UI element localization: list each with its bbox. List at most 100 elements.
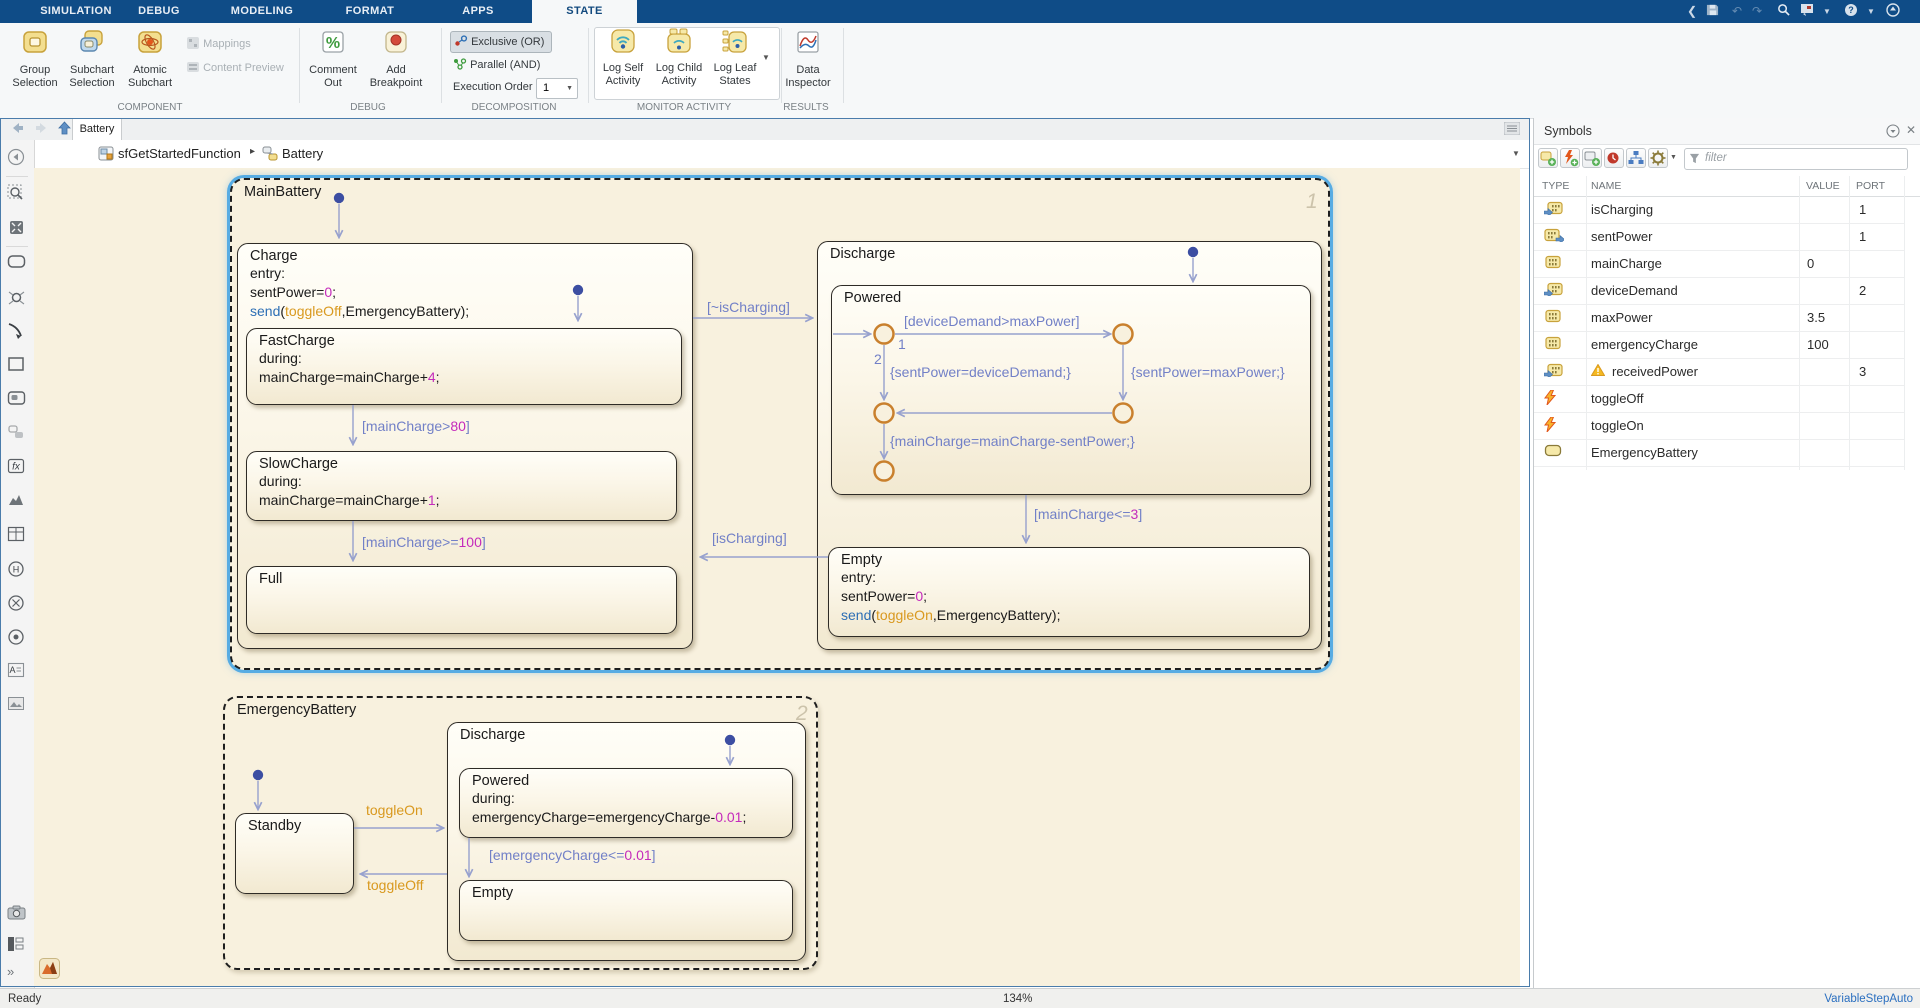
tab-debug[interactable]: DEBUG — [128, 0, 190, 23]
transition-tool-icon[interactable] — [7, 322, 27, 342]
solver-setting[interactable]: VariableStepAuto — [1824, 993, 1913, 1005]
chart-canvas[interactable]: MainBattery 1 Charge entry: sentPower=0;… — [34, 168, 1520, 986]
comment-out-button[interactable]: % Comment Out — [303, 28, 363, 90]
state-tool-icon[interactable] — [7, 254, 27, 274]
box-tool-icon[interactable] — [7, 356, 27, 376]
symbols-filter-input[interactable]: filter — [1684, 148, 1908, 170]
monitor-more-dropdown[interactable]: ▼ — [762, 53, 770, 62]
symbol-row[interactable]: toggleOn — [1534, 412, 1904, 440]
tab-simulation[interactable]: SIMULATION — [24, 0, 128, 23]
data-inspector-button[interactable]: Data Inspector — [778, 28, 838, 90]
label-toggleon[interactable]: toggleOn — [366, 802, 423, 818]
chart-badge-icon[interactable] — [39, 958, 60, 984]
parallel-and-button[interactable]: Parallel (AND) — [450, 55, 550, 75]
log-self-activity-button[interactable]: Log Self Activity — [596, 28, 650, 88]
log-child-activity-button[interactable]: Log Child Activity — [652, 28, 706, 88]
state-fastcharge[interactable]: FastCharge during: mainCharge=mainCharge… — [246, 328, 682, 405]
symbol-row[interactable]: sentPower 1 — [1534, 223, 1904, 251]
symbol-row[interactable]: mainCharge 0 — [1534, 250, 1904, 278]
tab-state[interactable]: STATE — [532, 0, 637, 23]
add-event-icon[interactable] — [1560, 148, 1580, 168]
group-selection-button[interactable]: Group Selection — [5, 28, 65, 90]
state-full[interactable]: Full — [246, 566, 677, 634]
state-slowcharge[interactable]: SlowCharge during: mainCharge=mainCharge… — [246, 451, 677, 521]
state-empty-emergency[interactable]: Empty — [459, 880, 793, 941]
search-icon[interactable] — [1774, 3, 1792, 20]
hierarchy-view-icon[interactable] — [1626, 148, 1646, 168]
state-standby[interactable]: Standby — [235, 813, 354, 894]
resolve-symbols-icon[interactable] — [1604, 148, 1624, 168]
atomic-subchart-button[interactable]: Atomic Subchart — [120, 28, 180, 90]
label-emergencycharge[interactable]: [emergencyCharge<=0.01] — [489, 847, 656, 863]
column-header-name[interactable]: NAME — [1591, 180, 1621, 192]
symbol-value[interactable]: 100 — [1807, 337, 1829, 353]
tab-apps[interactable]: APPS — [450, 0, 506, 23]
label-maincharge-3[interactable]: [mainCharge<=3] — [1034, 506, 1142, 522]
label-not-ischarging[interactable]: [~isCharging] — [707, 299, 790, 315]
tab-format[interactable]: FORMAT — [330, 0, 410, 23]
subchart-selection-button[interactable]: Subchart Selection — [62, 28, 122, 90]
expand-more-icon[interactable]: » — [7, 964, 27, 984]
exclusive-or-button[interactable]: Exclusive (OR) — [450, 31, 552, 53]
close-icon[interactable]: ✕ — [1906, 123, 1916, 137]
breadcrumb-chart[interactable]: Battery — [282, 146, 323, 161]
label-sentpower-devicedemand[interactable]: {sentPower=deviceDemand;} — [890, 364, 1071, 380]
label-maincharge-80[interactable]: [mainCharge>80] — [362, 418, 470, 434]
forward-icon[interactable] — [34, 121, 49, 140]
add-breakpoint-button[interactable]: Add Breakpoint — [366, 28, 426, 90]
column-header-type[interactable]: TYPE — [1542, 180, 1569, 192]
document-tab-battery[interactable]: Battery — [72, 118, 122, 140]
panel-menu-icon[interactable] — [1886, 124, 1900, 143]
cross-junction-icon[interactable] — [7, 594, 27, 614]
symbol-value[interactable]: 3.5 — [1807, 310, 1825, 326]
column-header-port[interactable]: PORT — [1856, 180, 1885, 192]
label-maincharge-sentpower[interactable]: {mainCharge=mainCharge-sentPower;} — [890, 433, 1135, 449]
symbol-row[interactable]: maxPower 3.5 — [1534, 304, 1904, 332]
label-devicedemand-maxpower[interactable]: [deviceDemand>maxPower] — [904, 313, 1079, 329]
tab-modeling[interactable]: MODELING — [216, 0, 308, 23]
breadcrumb-model[interactable]: sfGetStartedFunction — [118, 146, 241, 161]
save-icon[interactable] — [1703, 3, 1721, 20]
label-sentpower-maxpower[interactable]: {sentPower=maxPower;} — [1131, 364, 1285, 380]
screenshot-icon[interactable] — [1798, 3, 1816, 20]
undo-icon[interactable]: ↶ — [1728, 3, 1746, 20]
subchart-tool-icon[interactable] — [7, 390, 27, 410]
help-icon[interactable]: ? — [1842, 3, 1860, 20]
function-tool-icon[interactable]: fx — [7, 458, 27, 478]
state-empty-main[interactable]: Empty entry: sentPower=0; send(toggleOn,… — [828, 547, 1310, 637]
symbol-row[interactable]: emergencyCharge 100 — [1534, 331, 1904, 359]
history-junction-icon[interactable]: H — [7, 560, 27, 580]
chevron-down-icon[interactable]: ▼ — [1862, 3, 1880, 20]
symbol-row[interactable]: EmergencyBattery — [1534, 439, 1904, 467]
up-icon[interactable] — [57, 121, 72, 140]
link-tool-icon[interactable] — [7, 424, 27, 444]
collapse-chevron-icon[interactable]: ❮ — [1683, 3, 1701, 20]
symbol-row[interactable]: isCharging 1 — [1534, 196, 1904, 224]
matlab-function-icon[interactable] — [7, 492, 27, 512]
explorer-toggle-icon[interactable] — [7, 148, 27, 168]
fit-view-icon[interactable] — [7, 218, 27, 238]
symbol-row[interactable]: receivedPower 3 — [1534, 358, 1904, 386]
settings-icon[interactable] — [1648, 148, 1668, 168]
junction-tool-icon[interactable] — [7, 288, 27, 308]
symbol-row[interactable]: deviceDemand 2 — [1534, 277, 1904, 305]
chevron-down-icon[interactable]: ▼ — [1670, 154, 1677, 161]
image-tool-icon[interactable] — [7, 696, 27, 716]
label-ischarging[interactable]: [isCharging] — [712, 530, 787, 546]
entry-junction-icon[interactable] — [7, 628, 27, 648]
add-message-icon[interactable] — [1582, 148, 1602, 168]
chevron-down-icon[interactable]: ▼ — [1818, 3, 1836, 20]
zoom-region-icon[interactable] — [7, 184, 27, 204]
redo-icon[interactable]: ↷ — [1748, 3, 1766, 20]
execution-order-dropdown[interactable]: 1 ▼ — [536, 78, 578, 99]
back-icon[interactable] — [10, 121, 25, 140]
truth-table-icon[interactable] — [7, 526, 27, 546]
label-maincharge-100[interactable]: [mainCharge>=100] — [362, 534, 486, 550]
symbol-row[interactable]: toggleOff — [1534, 385, 1904, 413]
state-powered-emergency[interactable]: Powered during: emergencyCharge=emergenc… — [459, 768, 793, 838]
account-icon[interactable] — [1884, 3, 1902, 20]
column-header-value[interactable]: VALUE — [1806, 180, 1840, 192]
list-icon[interactable] — [1504, 122, 1520, 140]
dropdown-icon[interactable]: ▼ — [1512, 149, 1520, 158]
log-leaf-states-button[interactable]: Log Leaf States — [708, 28, 762, 88]
